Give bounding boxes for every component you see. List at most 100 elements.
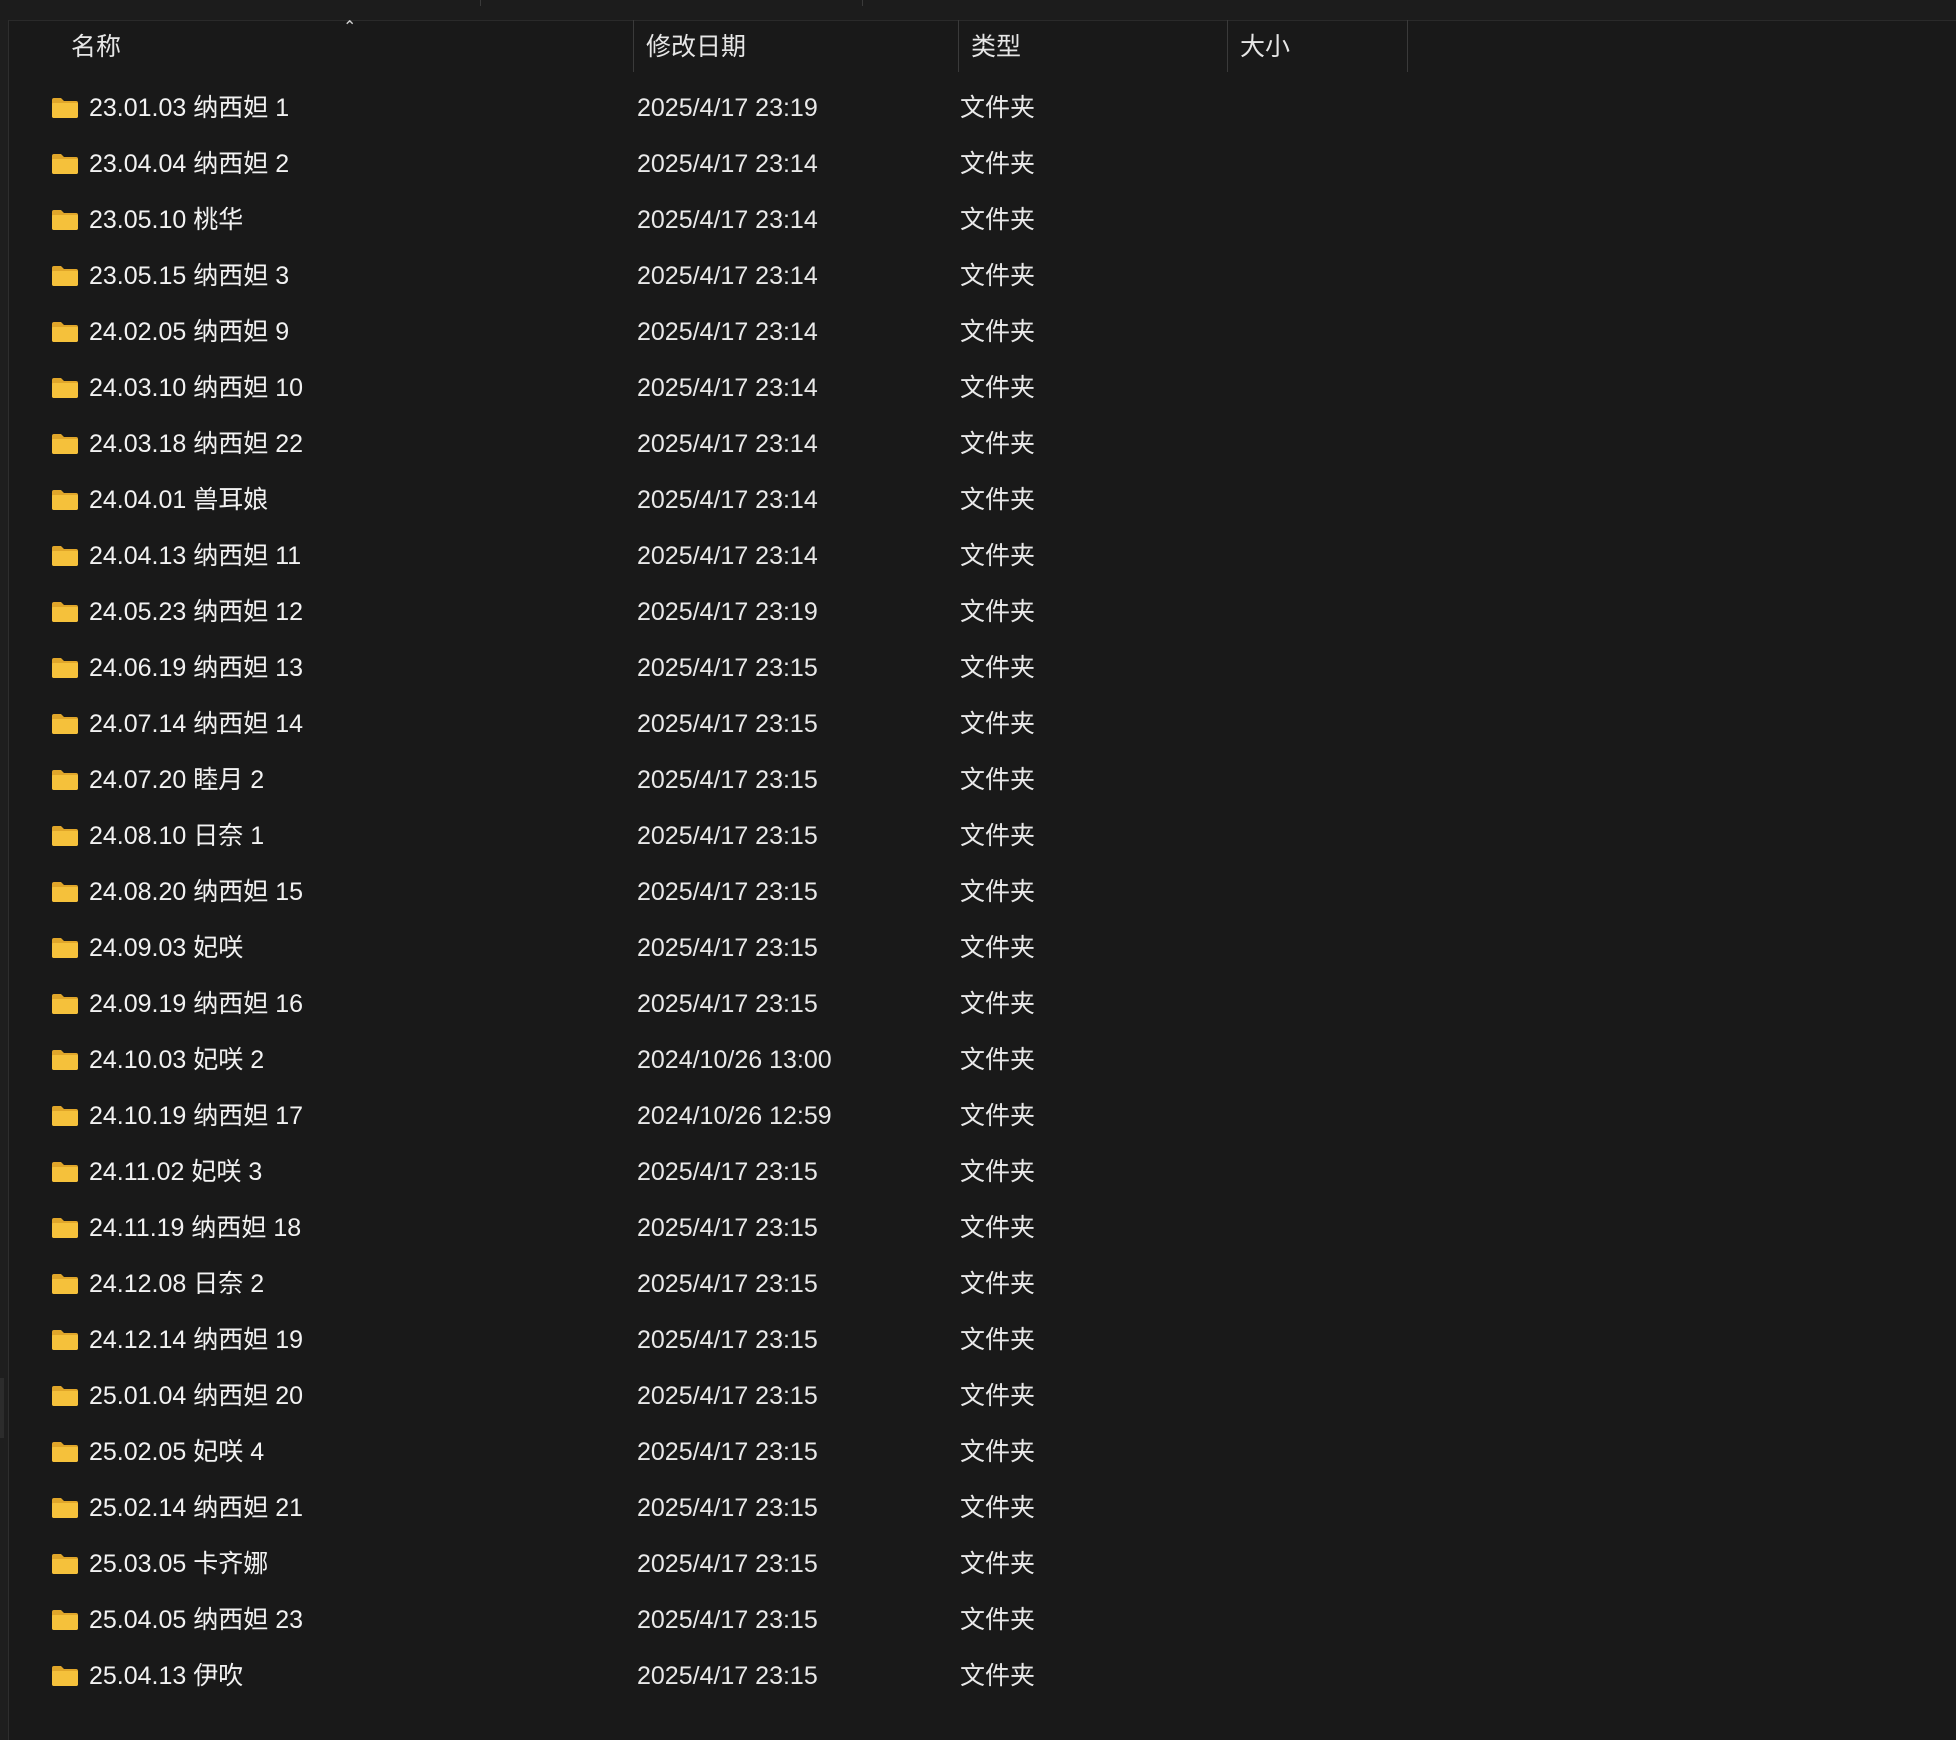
file-row[interactable]: 24.05.23 纳西妲 12 2025/4/17 23:19 文件夹 [9,584,1956,640]
file-modified-date: 2025/4/17 23:19 [637,598,818,626]
folder-icon [52,322,78,342]
top-strip-divider [480,0,481,6]
file-row[interactable]: 24.10.03 妃咲 2 2024/10/26 13:00 文件夹 [9,1032,1956,1088]
file-name[interactable]: 24.09.03 妃咲 [89,920,243,976]
file-name[interactable]: 23.05.15 纳西妲 3 [89,248,289,304]
file-type: 文件夹 [960,374,1036,402]
folder-icon [52,378,78,398]
file-name[interactable]: 23.05.10 桃华 [89,192,243,248]
file-type: 文件夹 [960,1550,1036,1578]
file-list: 23.01.03 纳西妲 1 2025/4/17 23:19 文件夹 23.04.04… [9,80,1956,1704]
file-name[interactable]: 24.12.08 日奈 2 [89,1256,264,1312]
column-header-modified[interactable]: 修改日期 [634,20,959,72]
file-name[interactable]: 24.10.19 纳西妲 17 [89,1088,303,1144]
column-divider[interactable] [1407,20,1408,72]
top-strip-divider [862,0,863,6]
file-row[interactable]: 24.12.14 纳西妲 19 2025/4/17 23:15 文件夹 [9,1312,1956,1368]
file-name[interactable]: 24.11.02 妃咲 3 [89,1144,262,1200]
file-type: 文件夹 [960,990,1036,1018]
file-modified-date: 2025/4/17 23:15 [637,766,818,794]
file-type: 文件夹 [960,430,1036,458]
file-row[interactable]: 24.04.01 兽耳娘 2025/4/17 23:14 文件夹 [9,472,1956,528]
file-name[interactable]: 24.03.18 纳西妲 22 [89,416,303,472]
file-name[interactable]: 24.07.14 纳西妲 14 [89,696,303,752]
file-row[interactable]: 24.10.19 纳西妲 17 2024/10/26 12:59 文件夹 [9,1088,1956,1144]
file-row[interactable]: 24.07.20 睦月 2 2025/4/17 23:15 文件夹 [9,752,1956,808]
file-name[interactable]: 25.02.14 纳西妲 21 [89,1480,303,1536]
file-name[interactable]: 24.07.20 睦月 2 [89,752,264,808]
file-type: 文件夹 [960,878,1036,906]
folder-icon [52,1274,78,1294]
file-name[interactable]: 24.11.19 纳西妲 18 [89,1200,301,1256]
file-modified-date: 2025/4/17 23:15 [637,710,818,738]
file-name[interactable]: 24.09.19 纳西妲 16 [89,976,303,1032]
file-row[interactable]: 24.12.08 日奈 2 2025/4/17 23:15 文件夹 [9,1256,1956,1312]
file-row[interactable]: 25.04.13 伊吹 2025/4/17 23:15 文件夹 [9,1648,1956,1704]
column-header-type[interactable]: 类型 [959,20,1228,72]
file-type: 文件夹 [960,262,1036,290]
left-pane-edge[interactable] [0,20,9,1740]
file-row[interactable]: 24.03.10 纳西妲 10 2025/4/17 23:14 文件夹 [9,360,1956,416]
file-name[interactable]: 24.12.14 纳西妲 19 [89,1312,303,1368]
folder-icon [52,490,78,510]
file-row[interactable]: 24.04.13 纳西妲 11 2025/4/17 23:14 文件夹 [9,528,1956,584]
column-header-size-label: 大小 [1240,33,1291,61]
file-row[interactable]: 23.04.04 纳西妲 2 2025/4/17 23:14 文件夹 [9,136,1956,192]
file-row[interactable]: 25.02.14 纳西妲 21 2025/4/17 23:15 文件夹 [9,1480,1956,1536]
pane-resize-handle[interactable] [0,1378,4,1438]
file-row[interactable]: 24.11.19 纳西妲 18 2025/4/17 23:15 文件夹 [9,1200,1956,1256]
file-row[interactable]: 24.02.05 纳西妲 9 2025/4/17 23:14 文件夹 [9,304,1956,360]
folder-icon [52,882,78,902]
folder-icon [52,826,78,846]
file-row[interactable]: 24.11.02 妃咲 3 2025/4/17 23:15 文件夹 [9,1144,1956,1200]
file-name[interactable]: 24.04.13 纳西妲 11 [89,528,301,584]
file-name[interactable]: 24.10.03 妃咲 2 [89,1032,264,1088]
file-row[interactable]: 24.03.18 纳西妲 22 2025/4/17 23:14 文件夹 [9,416,1956,472]
file-type: 文件夹 [960,206,1036,234]
file-row[interactable]: 23.05.10 桃华 2025/4/17 23:14 文件夹 [9,192,1956,248]
file-name[interactable]: 25.03.05 卡齐娜 [89,1536,268,1592]
file-row[interactable]: 24.06.19 纳西妲 13 2025/4/17 23:15 文件夹 [9,640,1956,696]
column-header-name[interactable]: 名称 ⌃ [59,20,634,72]
file-row[interactable]: 24.08.10 日奈 1 2025/4/17 23:15 文件夹 [9,808,1956,864]
file-name[interactable]: 24.04.01 兽耳娘 [89,472,268,528]
file-row[interactable]: 25.03.05 卡齐娜 2025/4/17 23:15 文件夹 [9,1536,1956,1592]
column-header-size[interactable]: 大小 [1228,20,1408,72]
file-type: 文件夹 [960,1606,1036,1634]
file-type: 文件夹 [960,766,1036,794]
file-name[interactable]: 24.02.05 纳西妲 9 [89,304,289,360]
file-row[interactable]: 24.09.03 妃咲 2025/4/17 23:15 文件夹 [9,920,1956,976]
file-modified-date: 2025/4/17 23:15 [637,1326,818,1354]
folder-icon [52,1610,78,1630]
file-row[interactable]: 24.08.20 纳西妲 15 2025/4/17 23:15 文件夹 [9,864,1956,920]
folder-icon [52,1666,78,1686]
file-type: 文件夹 [960,1326,1036,1354]
file-modified-date: 2025/4/17 23:15 [637,1382,818,1410]
file-name[interactable]: 24.03.10 纳西妲 10 [89,360,303,416]
file-type: 文件夹 [960,710,1036,738]
file-row[interactable]: 25.02.05 妃咲 4 2025/4/17 23:15 文件夹 [9,1424,1956,1480]
folder-icon [52,1050,78,1070]
file-name[interactable]: 25.04.13 伊吹 [89,1648,243,1704]
file-type: 文件夹 [960,486,1036,514]
file-type: 文件夹 [960,318,1036,346]
file-row[interactable]: 23.05.15 纳西妲 3 2025/4/17 23:14 文件夹 [9,248,1956,304]
file-name[interactable]: 23.04.04 纳西妲 2 [89,136,289,192]
file-modified-date: 2025/4/17 23:15 [637,990,818,1018]
file-name[interactable]: 24.08.10 日奈 1 [89,808,264,864]
file-row[interactable]: 24.09.19 纳西妲 16 2025/4/17 23:15 文件夹 [9,976,1956,1032]
file-name[interactable]: 23.01.03 纳西妲 1 [89,80,289,136]
folder-icon [52,714,78,734]
file-name[interactable]: 24.05.23 纳西妲 12 [89,584,303,640]
file-row[interactable]: 25.01.04 纳西妲 20 2025/4/17 23:15 文件夹 [9,1368,1956,1424]
file-row[interactable]: 25.04.05 纳西妲 23 2025/4/17 23:15 文件夹 [9,1592,1956,1648]
file-modified-date: 2025/4/17 23:14 [637,430,818,458]
file-name[interactable]: 25.04.05 纳西妲 23 [89,1592,303,1648]
file-name[interactable]: 24.08.20 纳西妲 15 [89,864,303,920]
file-name[interactable]: 25.01.04 纳西妲 20 [89,1368,303,1424]
file-name[interactable]: 24.06.19 纳西妲 13 [89,640,303,696]
file-modified-date: 2025/4/17 23:15 [637,1494,818,1522]
file-row[interactable]: 24.07.14 纳西妲 14 2025/4/17 23:15 文件夹 [9,696,1956,752]
file-name[interactable]: 25.02.05 妃咲 4 [89,1424,264,1480]
file-row[interactable]: 23.01.03 纳西妲 1 2025/4/17 23:19 文件夹 [9,80,1956,136]
